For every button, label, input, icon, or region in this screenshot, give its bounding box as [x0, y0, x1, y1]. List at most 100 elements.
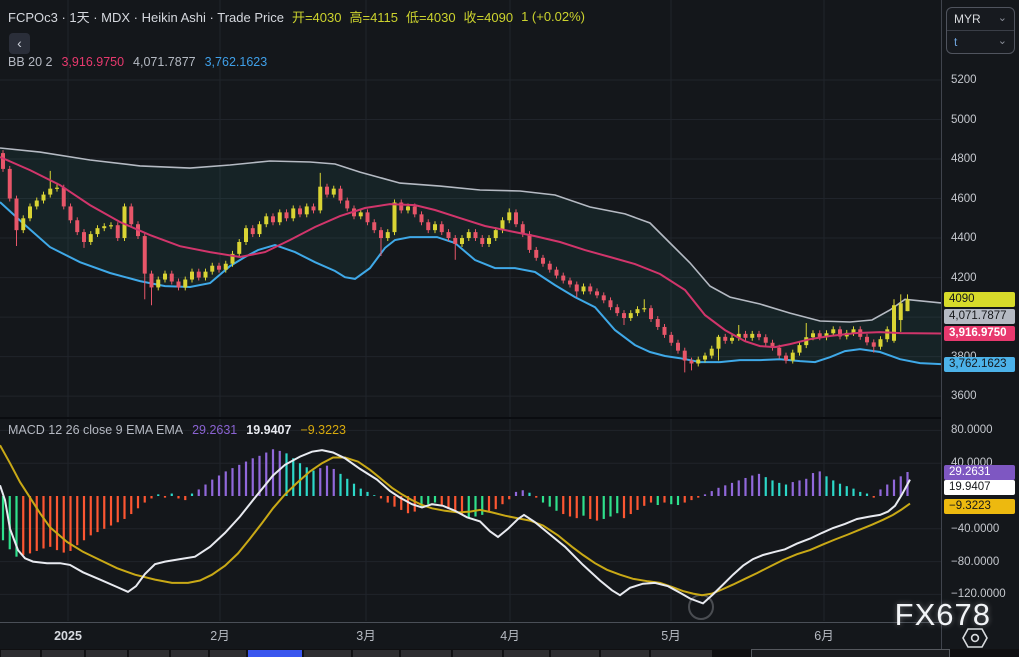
- scrollbar-segment[interactable]: [170, 650, 208, 657]
- time-label-month[interactable]: 2月: [210, 623, 229, 649]
- candle-up: [35, 201, 39, 207]
- candle-down: [615, 307, 619, 313]
- candle-down: [366, 212, 370, 222]
- chart-canvas[interactable]: [0, 0, 941, 650]
- time-axis[interactable]: 2025 2月 3月 4月 5月 6月: [0, 622, 1019, 650]
- candle-down: [413, 206, 417, 214]
- candle-up: [204, 272, 208, 278]
- candle-down: [609, 300, 613, 307]
- candle-down: [528, 234, 532, 250]
- candle-up: [89, 234, 93, 242]
- candle-up: [494, 230, 498, 238]
- price-tick: 5200: [951, 73, 977, 87]
- back-button[interactable]: ‹: [9, 33, 30, 54]
- scrollbar-segment[interactable]: [503, 650, 549, 657]
- candle-down: [312, 206, 316, 210]
- candle-down: [548, 264, 552, 270]
- macd-indicator-row[interactable]: MACD 12 26 close 9 EMA EMA 29.2631 19.94…: [8, 423, 346, 437]
- pane-divider: [0, 417, 941, 419]
- macd-label: MACD 12 26 close 9 EMA EMA: [8, 423, 183, 437]
- candle-up: [885, 329, 889, 339]
- macd-badge: 19.9407: [944, 480, 1015, 495]
- candle-up: [730, 338, 734, 341]
- candle-up: [190, 272, 194, 280]
- price-tick: 5000: [951, 113, 977, 127]
- chevron-down-icon: ⌄: [998, 34, 1007, 47]
- candle-down: [723, 337, 727, 341]
- candle-down: [285, 212, 289, 218]
- time-label-month[interactable]: 5月: [661, 623, 680, 649]
- scrollbar-segment[interactable]: [650, 650, 712, 657]
- time-label-month[interactable]: 6月: [814, 623, 833, 649]
- candle-down: [15, 199, 19, 231]
- candle-down: [656, 319, 660, 327]
- candle-down: [663, 327, 667, 335]
- scrollbar-segment[interactable]: [600, 650, 649, 657]
- candle-up: [359, 212, 363, 216]
- candle-down: [622, 313, 626, 318]
- candle-down: [784, 356, 788, 361]
- symbol-title[interactable]: FCPOc3 · 1天 · MDX · Heikin Ashi · Trade …: [8, 7, 284, 26]
- candle-down: [480, 238, 484, 244]
- candle-down: [116, 225, 120, 238]
- candle-down: [150, 274, 154, 288]
- ohlc-close: 收=4090: [464, 7, 514, 26]
- candle-up: [636, 309, 640, 313]
- price-axis-panel[interactable]: MYR ⌄ t ⌄ 520050004800460044004200400038…: [941, 0, 1019, 649]
- candle-up: [264, 216, 268, 224]
- scrollbar-segment[interactable]: [550, 650, 599, 657]
- scrollbar-segment[interactable]: [352, 650, 399, 657]
- macd-hist-value: 29.2631: [192, 423, 237, 437]
- candle-up: [163, 274, 167, 280]
- candle-down: [170, 274, 174, 282]
- scrollbar-segment[interactable]: [128, 650, 169, 657]
- candle-down: [217, 266, 221, 270]
- scrollbar-segment[interactable]: [0, 650, 40, 657]
- candle-up: [278, 212, 282, 222]
- currency-value: MYR: [954, 12, 981, 26]
- candle-up: [703, 356, 707, 360]
- scrollbar-box[interactable]: [751, 649, 950, 657]
- scrollbar-active-segment[interactable]: [247, 650, 302, 657]
- macd-badge: −9.3223: [944, 499, 1015, 514]
- scrollbar-segment[interactable]: [85, 650, 127, 657]
- horizontal-scrollbar[interactable]: [0, 649, 1019, 657]
- macd-line-value: 19.9407: [246, 423, 291, 437]
- candle-down: [271, 216, 275, 222]
- candle-up: [21, 218, 25, 230]
- candle-up: [123, 206, 127, 238]
- unit-select[interactable]: t ⌄: [947, 30, 1014, 53]
- candle-down: [129, 206, 133, 224]
- scrollbar-segment[interactable]: [400, 650, 451, 657]
- trading-chart-window: FCPOc3 · 1天 · MDX · Heikin Ashi · Trade …: [0, 0, 1019, 657]
- currency-unit-selector: MYR ⌄ t ⌄: [946, 7, 1015, 54]
- candle-up: [318, 187, 322, 211]
- macd-signal-value: −9.3223: [300, 423, 346, 437]
- scrollbar-segment[interactable]: [41, 650, 84, 657]
- candle-down: [690, 361, 694, 364]
- candle-down: [8, 169, 12, 199]
- candle-down: [561, 276, 565, 281]
- price-badge: 3,762.1623: [944, 357, 1015, 372]
- time-label-month[interactable]: 3月: [356, 623, 375, 649]
- bb-indicator-row[interactable]: BB 20 2 3,916.9750 4,071.7877 3,762.1623: [8, 55, 267, 69]
- candle-down: [595, 291, 599, 295]
- candle-up: [879, 339, 883, 347]
- scrollbar-segment[interactable]: [209, 650, 246, 657]
- scrollbar-segment[interactable]: [452, 650, 502, 657]
- macd-tick: −80.0000: [951, 555, 999, 569]
- currency-select[interactable]: MYR ⌄: [947, 8, 1014, 30]
- time-label-year[interactable]: 2025: [54, 623, 82, 649]
- candle-up: [798, 345, 802, 353]
- candle-up: [487, 238, 491, 244]
- time-label-month[interactable]: 4月: [500, 623, 519, 649]
- macd-badge: 29.2631: [944, 465, 1015, 480]
- candle-down: [1, 153, 5, 169]
- candle-down: [82, 232, 86, 242]
- candle-down: [541, 258, 545, 264]
- candle-up: [831, 329, 835, 333]
- price-badge: 4,071.7877: [944, 309, 1015, 324]
- scrollbar-segment[interactable]: [303, 650, 351, 657]
- candle-up: [386, 232, 390, 238]
- candle-down: [757, 334, 761, 337]
